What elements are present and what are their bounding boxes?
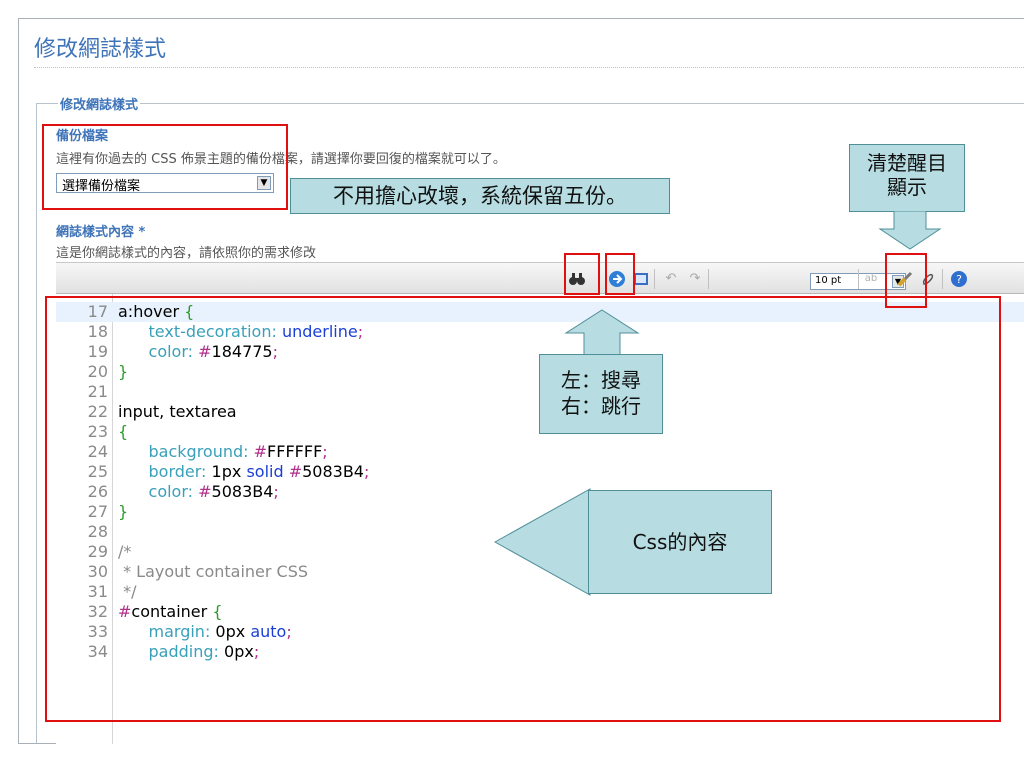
toolbar-separator xyxy=(942,269,943,289)
highlight-callout-line2: 顯示 xyxy=(887,175,927,199)
content-description: 這是你網誌樣式的內容，請依照你的需求修改 xyxy=(56,246,317,261)
spellcheck-icon[interactable]: ab xyxy=(862,270,880,288)
highlight-callout: 清楚醒目 顯示 xyxy=(849,144,965,212)
toolbar-separator xyxy=(708,269,709,289)
highlight-callout-line1: 清楚醒目 xyxy=(867,151,947,175)
page-title: 修改網誌樣式 xyxy=(34,37,167,62)
font-size-value: 10 pt xyxy=(815,275,842,286)
fieldset-border-top xyxy=(36,103,1024,104)
help-icon[interactable]: ? xyxy=(950,270,968,288)
fieldset-border-left xyxy=(36,103,37,743)
toolbar-separator xyxy=(654,269,655,289)
redo-icon[interactable]: ↷ xyxy=(686,270,704,288)
undo-icon[interactable]: ↶ xyxy=(662,270,680,288)
search-callout-line2: 右：跳行 xyxy=(561,394,641,418)
title-divider xyxy=(34,67,1024,68)
css-content-callout: Css的內容 xyxy=(588,490,772,594)
left-arrow-callout xyxy=(494,488,591,596)
search-highlight-box xyxy=(564,253,600,295)
backup-note-callout: 不用擔心改壞，系統保留五份。 xyxy=(290,178,670,214)
up-arrow-callout xyxy=(564,309,640,355)
search-goto-callout: 左：搜尋 右：跳行 xyxy=(539,354,663,434)
toolbar-separator xyxy=(858,269,859,289)
fieldset-legend: 修改網誌樣式 xyxy=(58,94,141,113)
content-label: 網誌樣式內容 * xyxy=(56,225,146,240)
goto-highlight-box xyxy=(605,253,635,295)
svg-text:?: ? xyxy=(956,273,962,286)
search-callout-line1: 左：搜尋 xyxy=(561,368,641,392)
editor-toolbar: ↶ ↷ 10 pt ▼ ab ? xyxy=(56,262,1024,294)
down-arrow-callout xyxy=(878,211,942,250)
backup-highlight-box xyxy=(42,124,288,210)
